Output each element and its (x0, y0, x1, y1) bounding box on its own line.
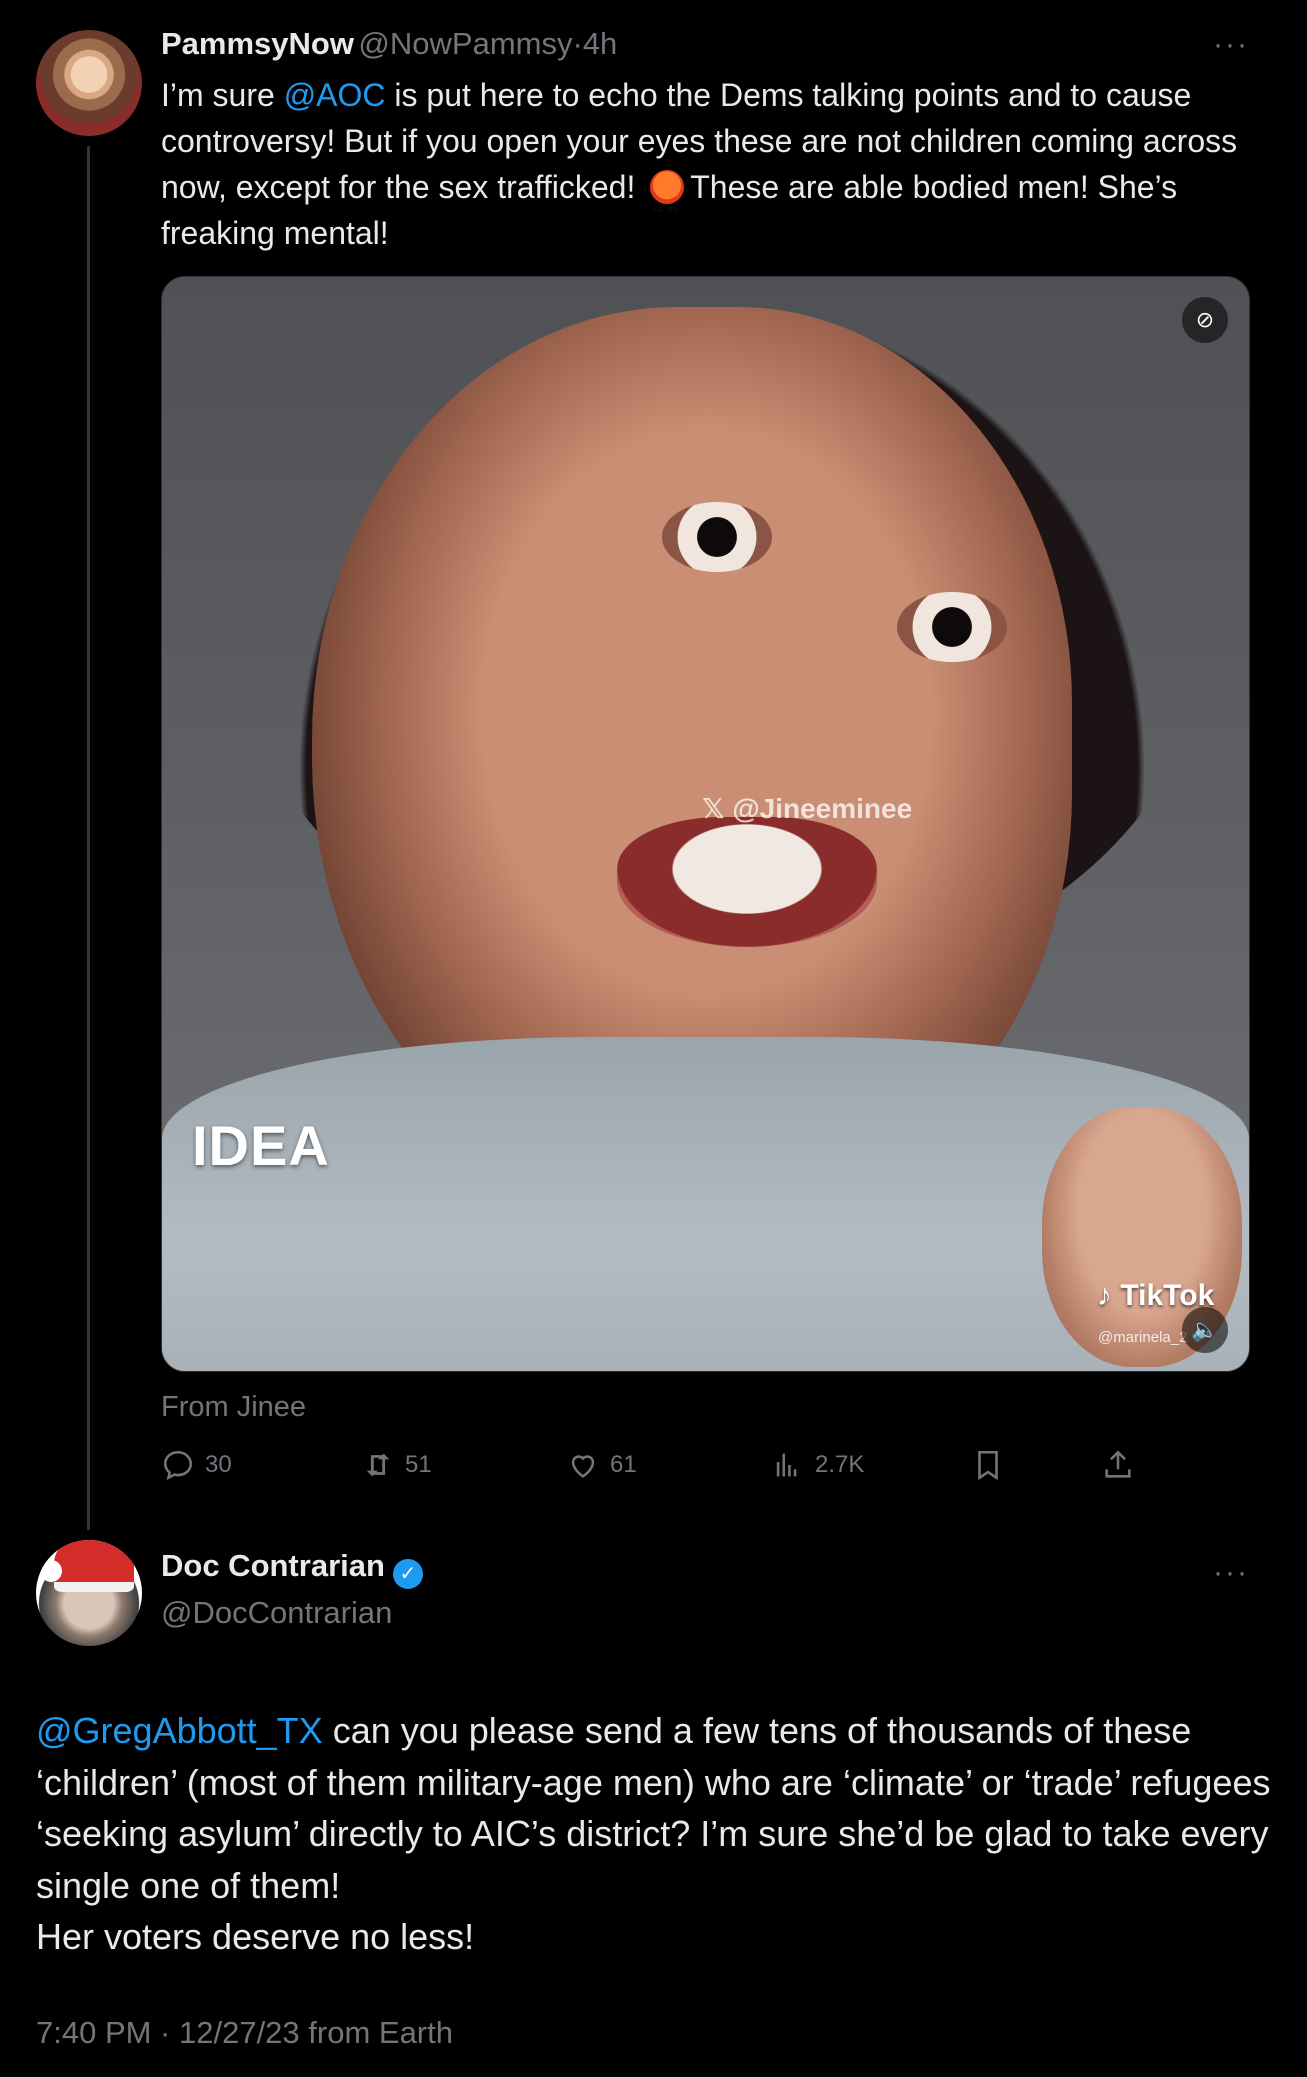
tiktok-icon: ♪ (1097, 1279, 1112, 1312)
video-frame-eye (662, 502, 772, 572)
more-options-icon[interactable]: ··· (1213, 1556, 1249, 1590)
repost-count: 51 (405, 1451, 432, 1478)
share-button[interactable] (1101, 1445, 1145, 1485)
video-frame-eye (897, 592, 1007, 662)
bookmark-button[interactable] (971, 1445, 1015, 1485)
santa-hat-icon (54, 1540, 134, 1592)
like-button[interactable]: 61 (566, 1445, 637, 1485)
face-with-symbols-icon (650, 170, 685, 233)
reply-count: 30 (205, 1451, 232, 1478)
views-button[interactable]: 2.7K (771, 1445, 864, 1485)
avatar-doccontrarian[interactable] (36, 1540, 142, 1646)
analytics-icon (776, 1453, 797, 1477)
content-warning-icon[interactable]: ⊘ (1182, 297, 1228, 343)
main-tweet-author: Doc Contrarian ✓ @DocContrarian (161, 1548, 423, 1631)
watermark-handle: @Jineeminee (732, 793, 913, 824)
tweet-age[interactable]: 4h (583, 26, 617, 61)
repost-icon (366, 1453, 390, 1477)
parent-tweet-actions: 30 51 61 2.7K (161, 1445, 1161, 1485)
tiktok-handle: @marinela_2 (1098, 1329, 1188, 1346)
repost-button[interactable]: 51 (361, 1445, 432, 1485)
view-count: 2.7K (815, 1451, 865, 1478)
video-frame-mouth (617, 817, 877, 947)
handle[interactable]: @NowPammsy (358, 26, 572, 61)
video-source-attribution[interactable]: From Jinee (161, 1391, 306, 1424)
text-segment: Her voters deserve no less! (36, 1916, 475, 1957)
santa-hat-pom (40, 1560, 62, 1582)
display-name[interactable]: PammsyNow (161, 26, 354, 61)
bookmark-icon (978, 1450, 998, 1481)
display-name[interactable]: Doc Contrarian (161, 1548, 385, 1583)
parent-tweet-header: PammsyNow @NowPammsy·4h (161, 26, 617, 62)
separator: · (572, 26, 583, 61)
heart-icon (571, 1455, 595, 1478)
tweet-timestamp[interactable]: 7:40 PM · 12/27/23 from Earth (36, 2015, 453, 2051)
more-options-icon[interactable]: ··· (1213, 28, 1249, 62)
like-count: 61 (610, 1451, 637, 1478)
main-tweet-text: @GregAbbott_TX can you please send a few… (36, 1705, 1286, 1963)
reply-button[interactable]: 30 (161, 1445, 232, 1485)
mention-link[interactable]: @AOC (284, 77, 386, 113)
reply-icon (163, 1450, 193, 1481)
video-media[interactable]: 𝕏 @Jineeminee IDEA ♪ TikTok @marinela_2 … (161, 276, 1250, 1372)
mention-link[interactable]: @GregAbbott_TX (36, 1710, 323, 1751)
handle[interactable]: @DocContrarian (161, 1595, 392, 1630)
video-caption: IDEA (192, 1114, 330, 1177)
mute-toggle-icon[interactable]: 🔈 (1182, 1307, 1228, 1353)
x-logo-icon: 𝕏 (702, 793, 733, 824)
avatar-pammsynow[interactable] (36, 30, 142, 136)
video-watermark: 𝕏 @Jineeminee (702, 792, 912, 825)
verified-badge-icon[interactable]: ✓ (392, 1558, 423, 1589)
thread-connector-line (87, 146, 90, 1530)
share-icon (1105, 1450, 1131, 1478)
parent-tweet-text: I’m sure @AOC is put here to echo the De… (161, 72, 1271, 256)
text-segment: I’m sure (161, 77, 284, 113)
